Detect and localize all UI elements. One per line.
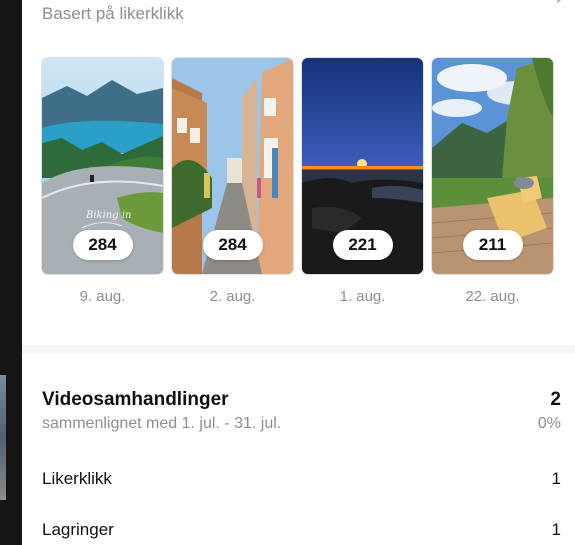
comparison-period: sammenlignet med 1. jul. - 31. jul. (42, 415, 282, 432)
metric-label-likes: Likerklikk (42, 469, 112, 488)
video-interactions-total: 2 (550, 389, 561, 410)
background-photo-peek (0, 375, 6, 500)
reel-date: 22. aug. (465, 288, 520, 305)
reel-card[interactable]: 221 1. aug. (302, 58, 423, 305)
video-interactions-title: Videosamhandlinger (42, 389, 229, 410)
reel-thumbnail[interactable]: Biking in 284 (42, 58, 163, 274)
thumb-overlay-text: Biking in (86, 210, 132, 221)
reel-date: 9. aug. (79, 288, 126, 305)
like-count-badge: 284 (72, 230, 133, 260)
reel-thumbnail[interactable]: 211 (432, 58, 553, 274)
reel-card[interactable]: 211 22. aug. (432, 58, 553, 305)
reel-thumbnail[interactable]: 221 (302, 58, 423, 274)
background-app-strip (0, 0, 22, 545)
reel-card[interactable]: 284 2. aug. (172, 58, 293, 305)
insights-panel: Basert på likerklikk Biking in 284 9. au… (22, 0, 575, 545)
metric-value-likes: 1 (551, 469, 561, 488)
reel-date: 1. aug. (339, 288, 386, 305)
chevron-right-icon[interactable] (548, 0, 568, 3)
like-count-badge: 211 (462, 230, 523, 260)
reel-date: 2. aug. (209, 288, 256, 305)
like-count-badge: 284 (202, 230, 263, 260)
section-divider (22, 345, 575, 354)
metric-value-saves: 1 (551, 520, 561, 539)
top-reels-carousel[interactable]: Biking in 284 9. aug. 284 2. aug. 221 1.… (42, 58, 575, 318)
metric-label-saves: Lagringer (42, 520, 114, 539)
like-count-badge: 221 (332, 230, 393, 260)
reel-card[interactable]: Biking in 284 9. aug. (42, 58, 163, 305)
change-percent: 0% (537, 415, 561, 432)
section-subtitle: Basert på likerklikk (42, 4, 184, 23)
reel-thumbnail[interactable]: 284 (172, 58, 293, 274)
